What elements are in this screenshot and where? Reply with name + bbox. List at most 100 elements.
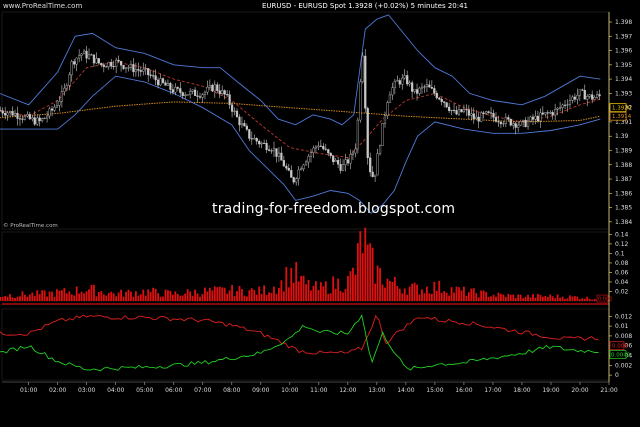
- candle-body: [63, 87, 66, 92]
- candle-body: [317, 145, 320, 148]
- candle-body: [369, 157, 372, 173]
- volume-bar: [502, 294, 505, 301]
- volume-bar: [514, 298, 517, 301]
- candle-body: [304, 161, 308, 166]
- volume-bar: [391, 281, 394, 301]
- volume-bar: [356, 243, 359, 301]
- price-tick-label: 1.39: [615, 133, 629, 140]
- candle-body: [285, 165, 288, 169]
- volume-bar: [167, 290, 169, 301]
- volume-bar: [102, 294, 105, 301]
- candle-body: [267, 149, 271, 151]
- volume-bar: [532, 294, 534, 301]
- candle-body: [211, 84, 214, 92]
- volume-bar: [327, 293, 330, 301]
- candle-body: [578, 89, 581, 96]
- candle-body: [1, 110, 4, 114]
- volume-bar: [46, 296, 48, 301]
- candle-body: [349, 154, 352, 164]
- candle-body: [420, 86, 424, 89]
- candle-body: [142, 68, 145, 72]
- candle-body: [144, 68, 147, 70]
- volume-bar: [154, 288, 157, 301]
- candle-body: [403, 75, 406, 79]
- volume-bar: [411, 283, 414, 301]
- price-tick-label: 1.386: [615, 190, 632, 197]
- candle-body: [198, 96, 202, 98]
- volume-bar: [58, 290, 61, 301]
- candle-body: [581, 89, 584, 91]
- candle-body: [406, 75, 409, 85]
- volume-bar: [381, 284, 384, 301]
- volume-bar-series: [0, 227, 601, 301]
- candle-body: [55, 105, 59, 108]
- price-tick-label: 1.396: [615, 48, 632, 55]
- volume-bar: [448, 295, 451, 301]
- volume-bar: [445, 292, 448, 301]
- volume-bar: [122, 296, 125, 301]
- volume-bar: [93, 284, 95, 301]
- volume-bar: [78, 293, 81, 301]
- candle-body: [559, 107, 562, 109]
- volume-bar: [97, 292, 100, 301]
- candle-body: [38, 117, 41, 122]
- candle-body: [112, 66, 115, 68]
- volume-bar: [487, 296, 490, 301]
- candlestick-series: [0, 46, 601, 186]
- volume-bar: [26, 296, 29, 301]
- volume-bar: [342, 292, 344, 301]
- candle-body: [110, 62, 113, 67]
- candle-body: [536, 115, 540, 122]
- candle-body: [324, 148, 327, 150]
- candle-body: [102, 64, 105, 67]
- candle-body: [193, 89, 197, 96]
- candle-body: [161, 78, 165, 83]
- volume-bar: [33, 295, 36, 301]
- candle-body: [383, 115, 387, 124]
- candle-body: [100, 62, 103, 66]
- volume-bar: [578, 298, 581, 301]
- candle-body: [115, 59, 118, 67]
- volume-bar: [285, 267, 288, 301]
- candle-body: [344, 159, 347, 165]
- volume-bar: [53, 296, 56, 301]
- candle-body: [423, 86, 426, 88]
- volume-bar: [176, 293, 179, 301]
- candle-body: [169, 82, 172, 90]
- volume-bar: [463, 286, 465, 301]
- volume-bar: [497, 292, 500, 301]
- oscillator-red-line: [0, 314, 599, 355]
- volume-bar: [344, 289, 347, 301]
- volume-bar: [319, 282, 322, 301]
- candle-body: [208, 84, 211, 88]
- volume-bar: [95, 296, 98, 301]
- candle-body: [583, 89, 586, 100]
- candle-body: [295, 178, 298, 183]
- volume-bar: [263, 285, 266, 301]
- volume-bar: [507, 293, 510, 301]
- volume-bar: [347, 276, 349, 301]
- candle-body: [517, 124, 520, 128]
- candle-body: [448, 106, 451, 111]
- volume-bar: [524, 296, 527, 301]
- volume-bar: [517, 294, 520, 301]
- oscillator-red-tag-label: 0.006: [612, 344, 628, 350]
- volume-bar: [142, 289, 145, 301]
- volume-bar: [65, 293, 68, 301]
- candle-body: [58, 101, 61, 106]
- candle-body: [0, 110, 2, 112]
- volume-bar: [107, 292, 110, 301]
- candle-body: [354, 148, 357, 154]
- candle-body: [512, 123, 515, 126]
- volume-bar: [213, 286, 216, 301]
- volume-bar: [339, 290, 342, 301]
- volume-bar: [112, 293, 115, 301]
- volume-bar: [233, 296, 236, 301]
- candle-body: [152, 75, 155, 77]
- volume-bar: [495, 296, 497, 301]
- volume-bar: [537, 293, 539, 301]
- candle-body: [322, 145, 325, 150]
- volume-bar: [1, 296, 4, 301]
- volume-bar: [248, 290, 251, 301]
- price-tick-label: 1.389: [615, 147, 632, 154]
